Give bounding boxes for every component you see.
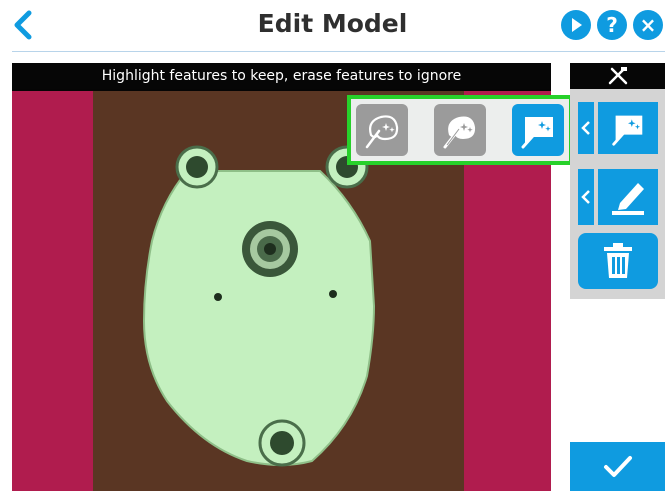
side-panel-header — [570, 63, 665, 89]
tool-brush-wand[interactable] — [434, 104, 486, 156]
expand-marker-arrow[interactable] — [578, 169, 594, 225]
marker-tool-button[interactable] — [598, 169, 658, 225]
brush-outline-icon — [365, 115, 399, 149]
tool-brush-outline[interactable] — [356, 104, 408, 156]
help-icon: ? — [606, 13, 618, 37]
tool-brush-highlight[interactable] — [512, 104, 564, 156]
chevron-left-icon — [581, 190, 590, 204]
play-button[interactable] — [561, 10, 591, 40]
trash-icon — [604, 243, 632, 278]
brush-wand-icon — [443, 116, 476, 149]
close-button[interactable]: × — [633, 10, 663, 40]
brush-tool-button[interactable] — [598, 102, 658, 154]
side-tool-panel — [570, 63, 665, 299]
instruction-text: Highlight features to keep, erase featur… — [12, 63, 551, 89]
confirm-button[interactable] — [570, 442, 665, 491]
play-icon — [572, 18, 582, 32]
tools-popup — [347, 95, 573, 165]
help-button[interactable]: ? — [597, 10, 627, 40]
header-divider — [12, 51, 665, 52]
tools-popup-body — [351, 99, 569, 161]
brush-highlight-icon — [612, 115, 643, 146]
delete-button[interactable] — [578, 233, 658, 289]
marker-pen-icon — [612, 183, 644, 215]
close-icon: × — [639, 13, 657, 37]
brush-highlight-icon — [521, 117, 553, 149]
header-bar: Edit Model ? × — [0, 0, 665, 52]
tools-icon — [608, 67, 627, 85]
expand-brush-arrow[interactable] — [578, 102, 594, 154]
chevron-left-icon — [581, 121, 590, 135]
checkmark-icon — [603, 455, 632, 477]
